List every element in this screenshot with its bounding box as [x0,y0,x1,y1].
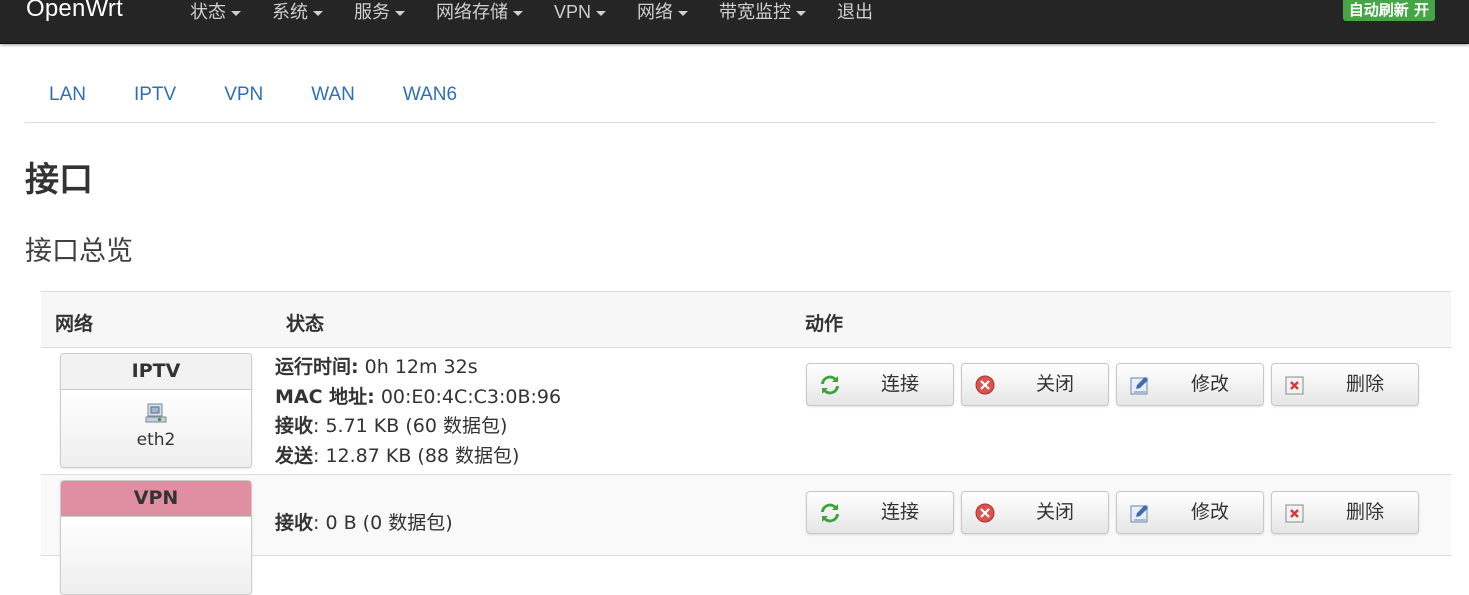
interface-device: eth2 [61,390,251,467]
interface-table: 网络 状态 动作 IPTV eth2 运行时间: 0h 12m 32s MAC … [41,291,1451,595]
interface-name: IPTV [61,354,251,390]
section-title: 接口总览 [25,236,133,267]
status-value: : 5.71 KB (60 数据包) [313,415,508,437]
edit-icon [1130,375,1150,395]
button-label: 关闭 [1035,501,1074,523]
interface-badge-vpn: VPN [60,480,252,595]
stop-button[interactable]: 关闭 [961,363,1109,406]
status-value: 00:E0:4C:C3:0B:96 [374,385,562,408]
reload-icon [820,503,840,523]
status-line: 发送: 12.87 KB (88 数据包) [275,442,561,472]
interface-status: 接收: 0 B (0 数据包) [275,509,453,539]
header-status: 状态 [286,313,325,335]
status-line: 运行时间: 0h 12m 32s [275,353,561,383]
caret-down-icon [513,10,523,16]
button-label: 删除 [1345,373,1384,395]
status-line: 接收: 5.71 KB (60 数据包) [275,412,561,442]
stop-icon [975,375,995,395]
menu-label: 服务 [354,2,390,22]
menu-label: VPN [554,2,592,22]
button-label: 连接 [880,373,919,395]
button-label: 删除 [1345,501,1384,523]
interface-tabs: LAN IPTV VPN WAN WAN6 [25,70,1436,123]
menu-label: 系统 [272,2,308,22]
ethernet-port-icon [145,402,167,428]
menu-label: 带宽监控 [719,2,792,22]
menu-logout[interactable]: 退出 [837,0,873,24]
status-label: 接收 [275,415,314,437]
header-actions: 动作 [805,313,844,335]
status-label: 接收 [275,512,314,534]
brand-logo[interactable]: OpenWrt [26,0,123,23]
table-row: VPN 接收: 0 B (0 数据包) 连接 关闭 修改 删除 [41,475,1451,595]
caret-down-icon [796,10,807,16]
status-label: MAC 地址: [275,385,375,408]
interface-status: 运行时间: 0h 12m 32s MAC 地址: 00:E0:4C:C3:0B:… [275,353,561,471]
menu-system[interactable]: 系统 [272,0,323,24]
caret-down-icon [395,10,405,16]
interface-device [61,517,251,594]
button-label: 修改 [1190,501,1229,523]
menu-services[interactable]: 服务 [354,0,405,24]
status-line: 接收: 0 B (0 数据包) [275,509,453,539]
menu-label: 网络 [637,2,674,22]
auto-refresh-toggle[interactable]: 自动刷新 开 [1342,0,1435,21]
status-label: 发送 [275,444,314,467]
button-label: 关闭 [1035,373,1074,395]
button-label: 修改 [1190,373,1229,395]
caret-down-icon [596,10,607,16]
status-label: 运行时间: [275,356,359,378]
device-name: eth2 [136,430,176,450]
main-menu: 状态 系统 服务 网络存储 VPN 网络 带宽监控 退出 [190,0,904,24]
connect-button[interactable]: 连接 [806,363,954,406]
tab-iptv[interactable]: IPTV [110,70,200,122]
reload-icon [820,375,840,395]
tab-wan[interactable]: WAN [287,70,379,122]
caret-down-icon [313,10,323,16]
menu-status[interactable]: 状态 [190,0,241,24]
status-value: : 0 B (0 数据包) [313,512,453,534]
interface-badge-iptv: IPTV eth2 [60,353,252,468]
interface-name: VPN [61,481,251,517]
caret-down-icon [678,10,689,16]
menu-label: 网络存储 [436,2,508,22]
top-navbar: OpenWrt 状态 系统 服务 网络存储 VPN 网络 带宽监控 退出 自动刷… [0,0,1469,44]
delete-icon [1285,375,1305,395]
menu-network[interactable]: 网络 [637,0,689,24]
status-line: MAC 地址: 00:E0:4C:C3:0B:96 [275,383,561,413]
stop-icon [975,503,995,523]
menu-label: 退出 [837,2,874,22]
edit-button[interactable]: 修改 [1116,363,1264,406]
caret-down-icon [231,10,241,16]
menu-nas[interactable]: 网络存储 [436,0,523,24]
delete-icon [1285,503,1305,523]
status-value: 0h 12m 32s [358,356,478,378]
menu-bandwidth[interactable]: 带宽监控 [719,0,807,24]
header-network: 网络 [55,313,94,335]
row-actions: 连接 关闭 修改 删除 [806,363,1426,406]
tab-wan6[interactable]: WAN6 [379,70,481,122]
page-title: 接口 [25,160,93,200]
menu-vpn[interactable]: VPN [554,0,607,24]
status-value: : 12.87 KB (88 数据包) [313,444,520,467]
menu-label: 状态 [190,2,226,22]
table-header: 网络 状态 动作 [41,291,1451,348]
table-row: IPTV eth2 运行时间: 0h 12m 32s MAC 地址: 00:E0… [41,348,1451,475]
tab-lan[interactable]: LAN [25,70,110,122]
edit-icon [1130,503,1150,523]
button-label: 连接 [880,501,919,523]
tab-vpn[interactable]: VPN [200,70,287,122]
delete-button[interactable]: 删除 [1271,363,1419,406]
